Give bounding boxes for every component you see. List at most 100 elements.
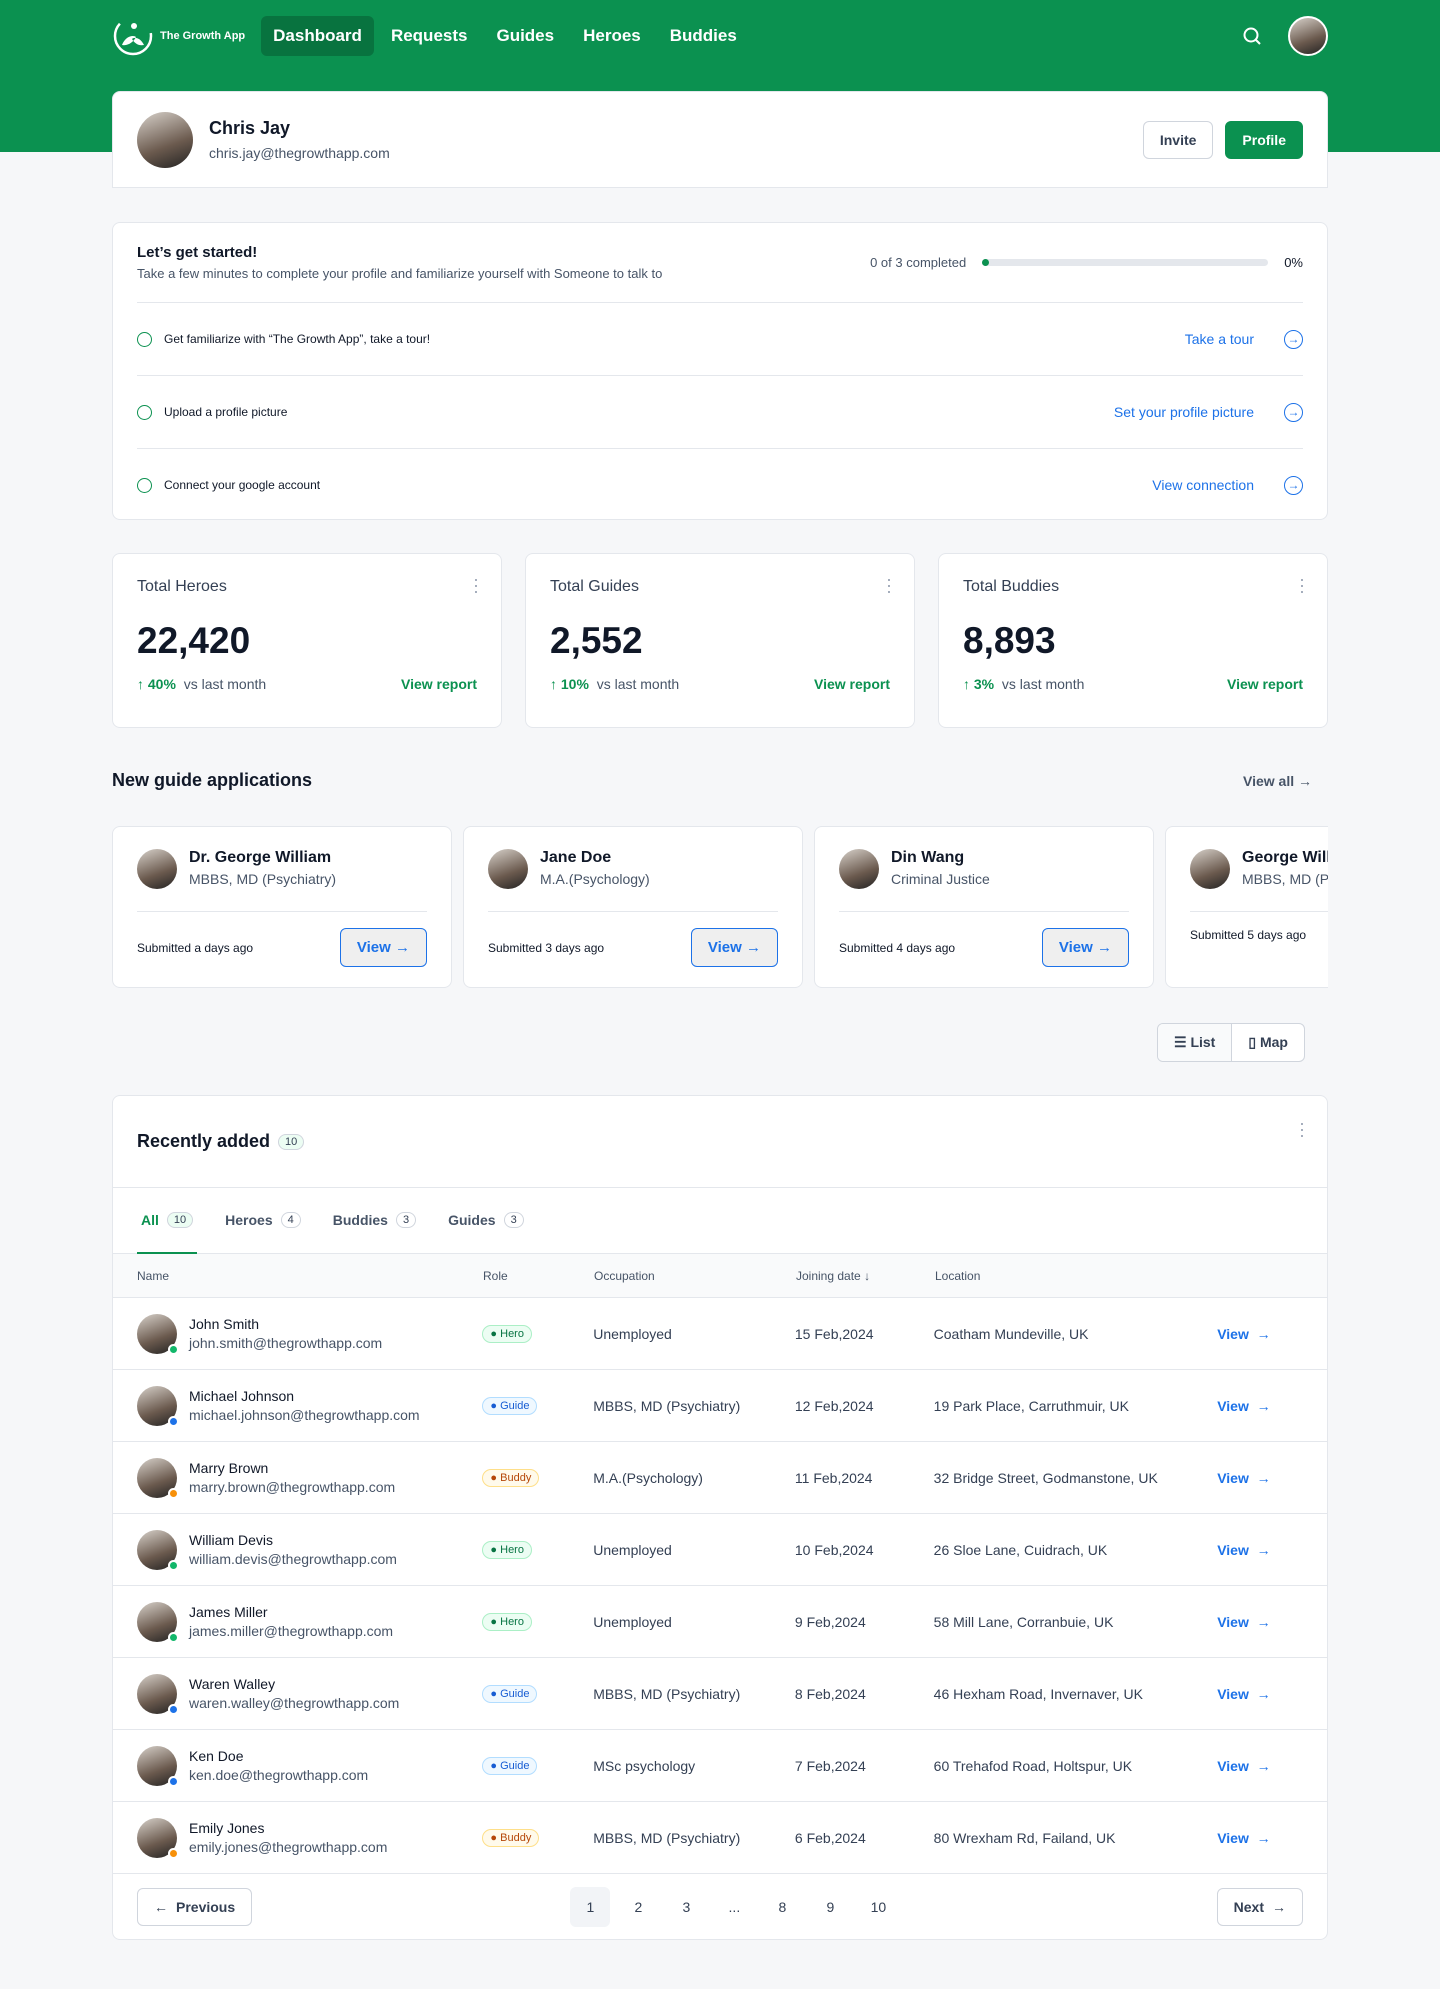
task-checkbox[interactable] [137,331,152,347]
user-email: waren.walley@thegrowthapp.com [189,1695,400,1711]
view-row-link[interactable]: View → [1217,1326,1327,1342]
user-avatar [137,1817,179,1859]
applicant-name: Dr. George William [189,849,332,866]
stat-value: 8,893 [963,620,1056,661]
view-row-link[interactable]: View → [1217,1686,1327,1702]
col-role[interactable]: Role [483,1269,594,1283]
applicant-degree: Criminal Justice [891,871,990,887]
map-view-button[interactable]: ▯ Map [1232,1024,1304,1061]
view-report-link[interactable]: View report [814,676,890,692]
tab-count: 10 [166,1211,194,1228]
more-icon[interactable]: · · · [473,570,479,600]
view-row-link[interactable]: View → [1217,1614,1327,1630]
take-tour-link[interactable]: Take a tour [1185,331,1254,347]
search-icon[interactable] [1242,26,1262,46]
col-occupation[interactable]: Occupation [594,1269,796,1283]
arrow-right-circle-icon[interactable]: → [1284,475,1303,495]
filter-tabs: All 10 Heroes 4 Buddies 3 Guides 3 [113,1188,1327,1254]
view-application-button[interactable]: View → [1041,928,1129,967]
page-2[interactable]: 3 [666,1887,706,1927]
page-4[interactable]: 8 [762,1887,802,1927]
view-all-link[interactable]: View all → [1243,773,1312,789]
user-email: michael.johnson@thegrowthapp.com [189,1407,420,1423]
view-row-link[interactable]: View → [1217,1758,1327,1774]
list-view-button[interactable]: ☰ List [1158,1024,1233,1061]
view-toggle: ☰ List ▯ Map [1157,1023,1305,1062]
top-nav: The Growth App Dashboard Requests Guides… [112,0,1328,72]
task-checkbox[interactable] [137,404,152,420]
tab-count: 4 [280,1211,301,1228]
location: 32 Bridge Street, Godmanstone, UK [933,1469,1158,1486]
task-label: Connect your google account [164,478,321,492]
recently-added-card: Recently added 10 · · · All 10 Heroes 4 Buddie… [112,1095,1328,1940]
view-row-link[interactable]: View → [1217,1398,1327,1414]
nav-buddies[interactable]: Buddies [658,16,749,56]
applicant-degree: M.A.(Psychology) [540,871,650,887]
previous-button[interactable]: ← Previous [137,1887,253,1926]
tab-buddies[interactable]: Buddies 3 [329,1188,420,1254]
status-dot [168,1415,179,1427]
tab-guides[interactable]: Guides 3 [444,1188,528,1254]
next-button[interactable]: Next → [1216,1887,1303,1926]
view-row-link[interactable]: View → [1217,1470,1327,1486]
applicant-avatar [488,849,528,889]
page-1[interactable]: 2 [618,1887,658,1927]
view-application-button[interactable]: View → [690,928,778,967]
page-6[interactable]: 10 [858,1887,898,1927]
more-icon[interactable]: · · · [1299,1114,1305,1144]
invite-button[interactable]: Invite [1142,120,1214,159]
nav-dashboard[interactable]: Dashboard [261,16,374,56]
role-badge: ● Hero [482,1613,532,1631]
task-checkbox[interactable] [137,477,152,493]
table-row: Michael Johnson michael.johnson@thegrowth… [113,1369,1327,1441]
view-report-link[interactable]: View report [1227,676,1303,692]
user-name: Ken Doe [189,1748,244,1764]
nav-requests[interactable]: Requests [379,16,480,56]
page-5[interactable]: 9 [810,1887,850,1927]
arrow-right-circle-icon[interactable]: → [1284,402,1303,422]
pagination: ← Previous 1 2 3... 8 9 10 Next → [113,1873,1327,1939]
occupation: Unemployed [593,1325,672,1342]
submitted-text: Submitted 3 days ago [488,940,605,955]
tab-heroes[interactable]: Heroes 4 [221,1188,305,1254]
user-avatar[interactable] [1288,16,1328,56]
more-icon[interactable]: · · · [1299,570,1305,600]
progress-percent: 0% [1284,255,1303,270]
logo[interactable]: The Growth App [112,15,245,57]
view-row-link[interactable]: View → [1217,1830,1327,1846]
role-badge: ● Hero [482,1325,532,1343]
tab-all[interactable]: All 10 [137,1188,198,1254]
arrow-right-circle-icon[interactable]: → [1284,329,1303,349]
col-joining-date[interactable]: Joining date ↓ [796,1269,935,1283]
stat-card-buddies: Total Buddies · · · 8,893 ↑ 3% vs last mont… [938,553,1328,728]
view-row-link[interactable]: View → [1217,1542,1327,1558]
user-email: james.miller@thegrowthapp.com [189,1623,394,1639]
status-dot [168,1631,179,1643]
view-application-button[interactable]: View → [339,928,427,967]
table-header: Name Role Occupation Joining date ↓ Loca… [113,1254,1327,1297]
nav-heroes[interactable]: Heroes [571,16,653,56]
location: 26 Sloe Lane, Cuidrach, UK [933,1541,1108,1558]
view-connection-link[interactable]: View connection [1152,477,1254,493]
col-name[interactable]: Name [113,1269,483,1283]
page-3[interactable]: ... [714,1887,754,1927]
stat-vs: vs last month [596,676,680,692]
joining-date: 10 Feb,2024 [794,1541,874,1558]
table-row: Marry Brown marry.brown@thegrowthapp.com … [113,1441,1327,1513]
progress-text: 0 of 3 completed [870,255,967,270]
nav-guides[interactable]: Guides [484,16,566,56]
view-report-link[interactable]: View report [401,676,477,692]
application-card: Din Wang Criminal Justice Submitted 4 da… [814,826,1154,988]
set-profile-picture-link[interactable]: Set your profile picture [1114,404,1254,420]
more-icon[interactable]: · · · [886,570,892,600]
col-location[interactable]: Location [935,1269,1219,1283]
status-dot [168,1559,179,1571]
profile-button[interactable]: Profile [1225,120,1303,159]
getting-started-card: Let’s get started! Take a few minutes to… [112,222,1328,520]
page-0[interactable]: 1 [570,1886,611,1927]
user-name: William Devis [189,1532,273,1548]
table-row: James Miller james.miller@thegrowthapp.co… [113,1585,1327,1657]
leaf-logo-icon [113,16,153,56]
table-row: Emily Jones emily.jones@thegrowthapp.com … [113,1801,1327,1873]
joining-date: 7 Feb,2024 [794,1757,866,1774]
